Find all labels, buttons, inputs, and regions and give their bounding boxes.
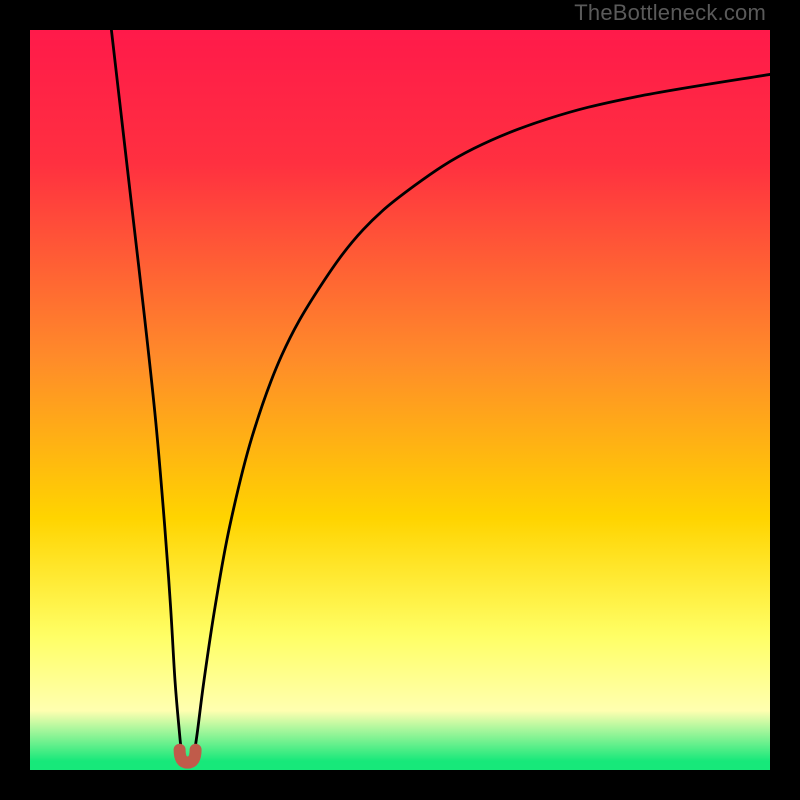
watermark-text: TheBottleneck.com [574,0,766,26]
minimum-marker-icon [180,750,196,763]
curve-layer [30,30,770,770]
plot-area [30,30,770,770]
curve-left-branch [111,30,182,763]
chart-frame: TheBottleneck.com [0,0,800,800]
curve-right-branch [193,74,770,762]
